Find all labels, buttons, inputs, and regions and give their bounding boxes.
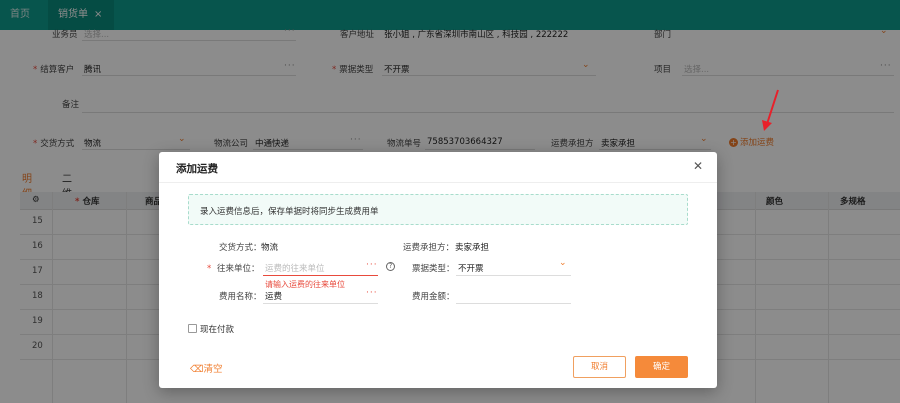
confirm-button[interactable]: 确定 — [635, 356, 688, 378]
info-notice: 录入运费信息后，保存单据时将同步生成费用单 — [188, 194, 688, 225]
notice-text: 录入运费信息后，保存单据时将同步生成费用单 — [200, 207, 379, 217]
modal-invoice-type-label: 票据类型： — [412, 264, 455, 274]
fee-name-more-icon[interactable]: ··· — [366, 288, 378, 298]
eraser-icon: ⌫ — [190, 364, 204, 375]
counterparty-underline — [263, 275, 378, 276]
add-freight-dialog: 添加运费 ✕ 录入运费信息后，保存单据时将同步生成费用单 交货方式： 物流 运费… — [159, 152, 717, 388]
pay-now-checkbox[interactable] — [188, 324, 197, 333]
clear-button[interactable]: ⌫清空 — [190, 361, 222, 375]
fee-name-label: 费用名称： — [219, 292, 262, 302]
modal-invoice-type-underline — [456, 275, 571, 276]
counterparty-label: * 往来单位： — [207, 264, 260, 274]
counterparty-error: 请输入运费的往来单位 — [265, 280, 345, 289]
counterparty-input[interactable]: 运费的往来单位 — [265, 262, 325, 274]
counterparty-more-icon[interactable]: ··· — [366, 260, 378, 270]
modal-invoice-type-chevron-icon[interactable]: ⌄ — [559, 258, 567, 268]
cancel-button[interactable]: 取消 — [573, 356, 626, 378]
modal-freight-payer-value: 卖家承担 — [455, 243, 490, 253]
fee-name-value[interactable]: 运费 — [265, 290, 282, 302]
pay-now-label[interactable]: 现在付款 — [200, 323, 234, 335]
modal-delivery-method-value: 物流 — [261, 243, 279, 253]
fee-name-underline — [263, 303, 378, 304]
annotation-arrow-icon — [762, 89, 779, 131]
help-icon[interactable]: ? — [386, 262, 395, 271]
fee-amount-label: 费用金额： — [412, 292, 455, 302]
modal-delivery-method-label: 交货方式： — [219, 243, 262, 253]
fee-amount-input[interactable] — [456, 303, 571, 304]
dialog-title: 添加运费 — [176, 163, 218, 175]
close-icon[interactable]: ✕ — [693, 159, 703, 173]
dialog-divider — [159, 182, 717, 183]
modal-invoice-type-value[interactable]: 不开票 — [458, 262, 484, 274]
modal-freight-payer-label: 运费承担方： — [403, 243, 455, 253]
